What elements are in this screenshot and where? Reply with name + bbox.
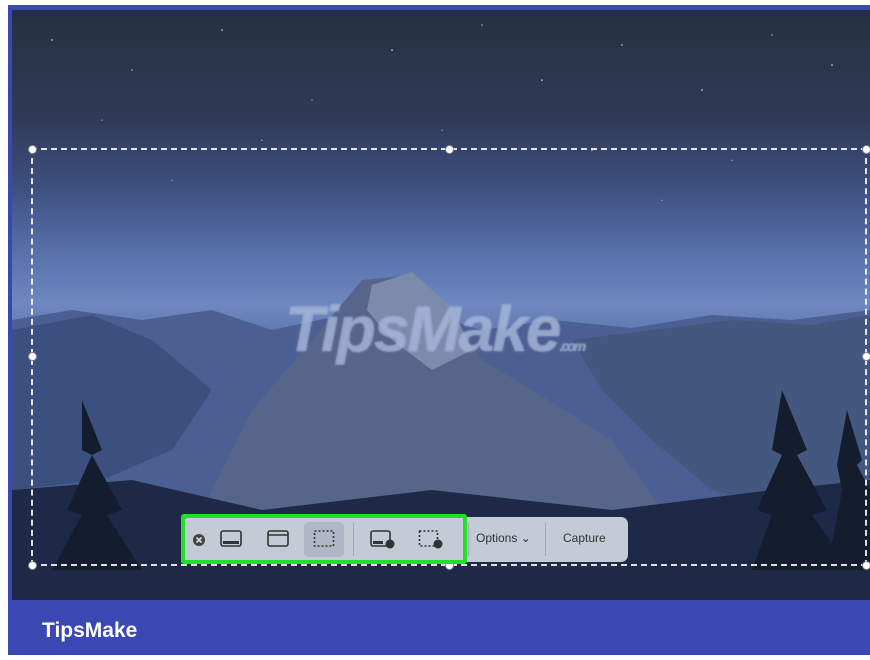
- toolbar-separator: [468, 523, 469, 556]
- selection-handle-left-middle[interactable]: [28, 352, 37, 361]
- selection-handle-bottom-left[interactable]: [28, 561, 37, 570]
- highlight-box: [181, 514, 467, 564]
- selection-handle-top-right[interactable]: [862, 145, 870, 154]
- selection-handle-top-left[interactable]: [28, 145, 37, 154]
- options-menu-button[interactable]: Options ⌄: [476, 531, 531, 545]
- footer-brand: TipsMake: [42, 619, 138, 642]
- capture-button[interactable]: Capture: [563, 531, 606, 545]
- selection-handle-bottom-right[interactable]: [862, 561, 870, 570]
- toolbar-separator: [545, 523, 546, 556]
- selection-handle-top-middle[interactable]: [445, 145, 454, 154]
- capture-selection-area[interactable]: [31, 148, 867, 566]
- selection-handle-right-middle[interactable]: [862, 352, 870, 361]
